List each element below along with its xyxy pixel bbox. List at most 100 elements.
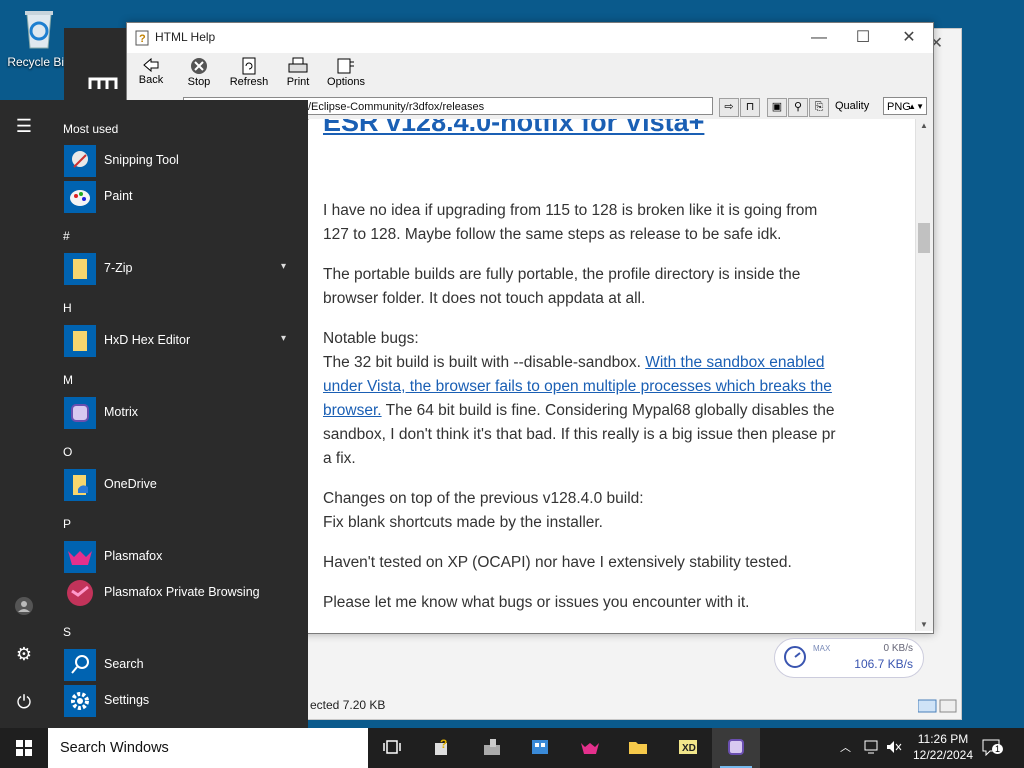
maximize-button[interactable]: ☐ [841, 27, 885, 49]
motrix-icon [64, 397, 96, 429]
app-search[interactable]: Search [64, 649, 304, 681]
app-snipping-tool[interactable]: Snipping Tool [64, 145, 304, 177]
plasmafox-private-icon [67, 580, 93, 606]
network-icon[interactable] [864, 740, 880, 754]
release-heading-link[interactable]: ESR v128.4.0-hotfix for Vista+ [323, 119, 704, 138]
quality-select[interactable]: PNG ▲▼ [883, 97, 927, 115]
paragraph-changes: Changes on top of the previous v128.4.0 … [323, 490, 644, 531]
back-button[interactable]: Back [127, 55, 175, 93]
task-view-icon [383, 740, 401, 754]
print-button[interactable]: Print [274, 55, 322, 93]
taskbar-motrix[interactable] [712, 728, 760, 768]
svg-text:?: ? [139, 33, 146, 45]
download-speed: 106.7 KB/s [854, 657, 913, 671]
app-settings[interactable]: Settings [64, 685, 304, 717]
help-app-icon: ? [135, 30, 149, 46]
start-menu-header-strip [64, 28, 126, 100]
go-arrow-icon[interactable]: ⇨ [719, 98, 739, 117]
minimize-button[interactable]: — [797, 27, 841, 49]
app-onedrive[interactable]: OneDrive [64, 469, 304, 501]
scroll-down-icon[interactable]: ▼ [920, 620, 928, 629]
hamburger-menu-icon[interactable]: ☰ [12, 116, 36, 140]
taskbar-control-panel[interactable] [516, 728, 564, 768]
system-tray: ︿ 11:26 PM 12/22/2024 1 [836, 728, 1024, 768]
help-scrollbar[interactable]: ▲ ▼ [915, 119, 933, 631]
snipping-tool-icon [64, 145, 96, 177]
stop-button[interactable]: Stop [175, 55, 223, 93]
refresh-icon [242, 57, 256, 75]
paragraph-upgrade: I have no idea if upgrading from 115 to … [323, 202, 818, 243]
scroll-up-icon[interactable]: ▲ [920, 121, 928, 130]
plasmafox-icon [64, 541, 96, 573]
taskbar-search-input[interactable]: Search Windows [48, 728, 368, 768]
speedometer-icon [784, 646, 806, 668]
group-header-s[interactable]: S [63, 625, 71, 639]
folder-icon [629, 742, 647, 754]
group-header-hash[interactable]: # [63, 229, 70, 243]
svg-text:XD: XD [682, 743, 696, 754]
chevron-down-icon[interactable]: ▾ [281, 261, 286, 272]
plasmafox-icon [581, 743, 599, 754]
control-panel-icon [532, 740, 548, 754]
back-arrow-icon [143, 57, 159, 73]
print-icon [288, 57, 308, 73]
stop-icon [191, 58, 207, 74]
start-menu-app-list: Most used Snipping Tool Paint # 7-Zip ▾ … [48, 100, 308, 728]
folder-icon [64, 325, 96, 357]
user-account-icon[interactable] [12, 596, 36, 620]
windows-logo-icon [16, 740, 32, 756]
options-button[interactable]: Options [322, 55, 370, 93]
html-help-icon: ? [435, 737, 447, 755]
onedrive-icon [64, 469, 96, 501]
app-hxd-hex-editor[interactable]: HxD Hex Editor ▾ [64, 325, 304, 357]
recycle-bin-icon [25, 11, 53, 49]
task-view-button[interactable] [368, 728, 416, 768]
taskbar-file-explorer[interactable] [614, 728, 662, 768]
taskbar-hxd[interactable]: XD [664, 728, 712, 768]
start-menu-rail: ☰ ⚙ ⏻ [0, 100, 48, 728]
max-label: MAX [813, 644, 831, 653]
help-toolbar: Back Stop Refresh Print Options [127, 53, 933, 96]
contents-icon[interactable]: ▣ [767, 98, 787, 117]
group-header-o[interactable]: O [63, 445, 72, 459]
spinner-icon[interactable]: ▲▼ [908, 98, 924, 116]
clipboard-icon[interactable]: ⎘ [809, 98, 829, 117]
most-used-header: Most used [63, 122, 119, 136]
show-hidden-icons-chevron-icon[interactable]: ︿ [840, 739, 851, 755]
paragraph-testing: Haven't tested on XP (OCAPI) nor have I … [323, 554, 792, 571]
app-motrix[interactable]: Motrix [64, 397, 304, 429]
action-center-button[interactable]: 1 [982, 738, 1004, 758]
help-titlebar[interactable]: ? HTML Help — ☐ ✕ [127, 23, 933, 53]
folder-icon [64, 253, 96, 285]
bookmark-icon[interactable]: ⊓ [740, 98, 760, 117]
net-speed-widget[interactable]: MAX 0 KB/s 106.7 KB/s [774, 638, 924, 678]
hxd-icon: XD [679, 740, 697, 754]
view-toggle-icons[interactable] [917, 698, 958, 714]
chevron-down-icon[interactable]: ▾ [281, 333, 286, 344]
taskbar-clock[interactable]: 11:26 PM 12/22/2024 [908, 731, 978, 763]
scroll-thumb[interactable] [918, 223, 930, 253]
app-paint[interactable]: Paint [64, 181, 304, 213]
find-binoculars-icon[interactable]: ⚲ [788, 98, 808, 117]
power-icon[interactable]: ⏻ [12, 692, 36, 716]
group-header-p[interactable]: P [63, 517, 71, 531]
taskbar: Search Windows ? XD ︿ 11:26 PM 12/22/202… [0, 728, 1024, 768]
app-plasmafox[interactable]: Plasmafox [64, 541, 304, 573]
upload-speed: 0 KB/s [883, 643, 913, 654]
motrix-icon [728, 739, 744, 755]
taskbar-plasmafox[interactable] [566, 728, 614, 768]
start-button[interactable] [0, 728, 48, 768]
close-button[interactable]: ✕ [887, 27, 931, 49]
help-window-title: HTML Help [155, 30, 216, 44]
app-7zip[interactable]: 7-Zip ▾ [64, 253, 304, 285]
search-icon [64, 649, 96, 681]
app-plasmafox-private[interactable]: Plasmafox Private Browsing [64, 577, 304, 609]
background-status-text: ected 7.20 KB [310, 698, 386, 712]
group-header-m[interactable]: M [63, 373, 73, 387]
group-header-h[interactable]: H [63, 301, 72, 315]
taskbar-html-help[interactable]: ? [418, 728, 466, 768]
settings-gear-icon[interactable]: ⚙ [12, 644, 36, 668]
refresh-button[interactable]: Refresh [225, 55, 273, 93]
taskbar-system-app[interactable] [468, 728, 516, 768]
volume-muted-icon[interactable] [886, 740, 902, 754]
